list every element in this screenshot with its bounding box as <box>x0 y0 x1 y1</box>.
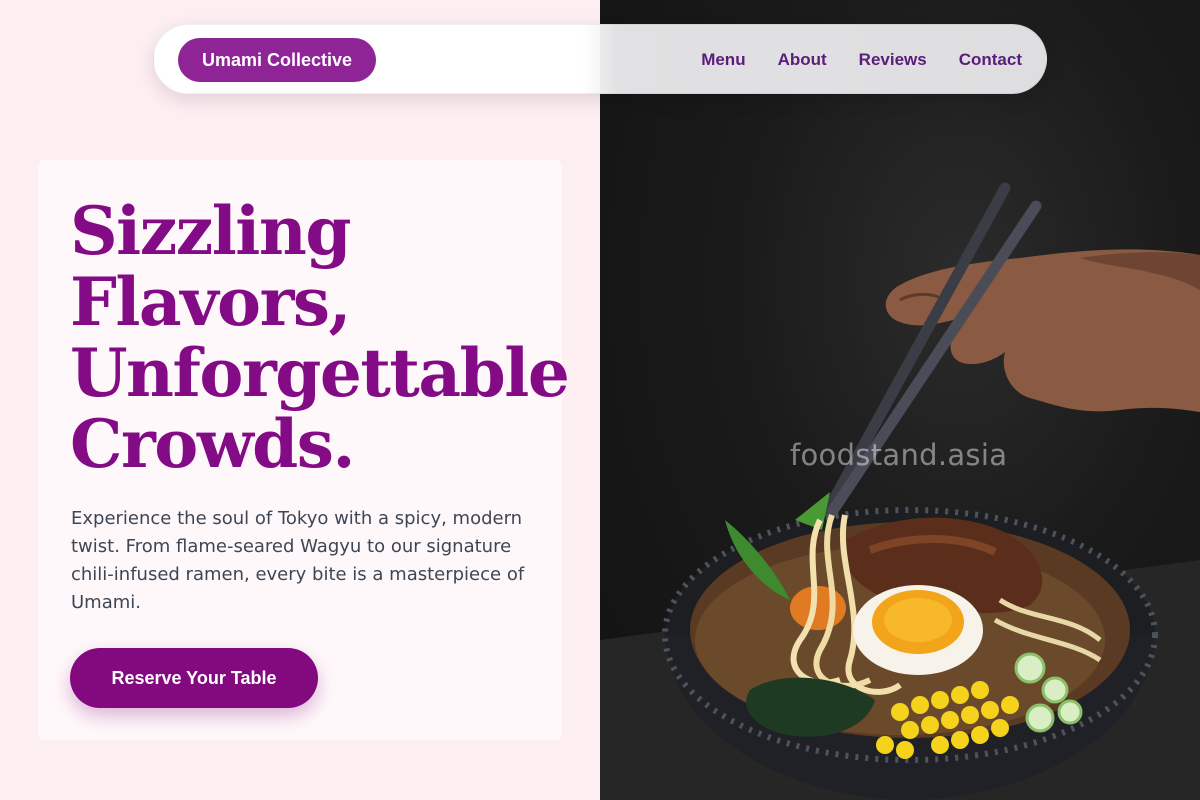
hero-photo: foodstand.asia <box>600 0 1200 800</box>
nav-link-menu[interactable]: Menu <box>701 50 745 70</box>
hero-headline: Sizzling Flavors, Unforgettable Crowds. <box>70 192 570 483</box>
nav-link-contact[interactable]: Contact <box>959 50 1022 70</box>
nav-link-reviews[interactable]: Reviews <box>859 50 927 70</box>
headline-line: Sizzling <box>70 192 351 270</box>
brand-logo-button[interactable]: Umami Collective <box>178 38 377 82</box>
headline-line: Unforgettable <box>70 334 570 412</box>
headline-line: Flavors, <box>70 263 351 341</box>
nav-links: Menu About Reviews Contact <box>701 25 1022 95</box>
image-watermark: foodstand.asia <box>790 438 1008 472</box>
hero-card: Sizzling Flavors, Unforgettable Crowds. … <box>38 160 570 740</box>
nav-link-about[interactable]: About <box>778 50 827 70</box>
reserve-table-button[interactable]: Reserve Your Table <box>70 648 318 708</box>
navbar: Umami Collective Menu About Reviews Cont… <box>153 24 1047 94</box>
ramen-bowl-illustration <box>600 182 1200 800</box>
headline-line: Crowds. <box>70 405 355 483</box>
hero-description: Experience the soul of Tokyo with a spic… <box>71 508 525 613</box>
